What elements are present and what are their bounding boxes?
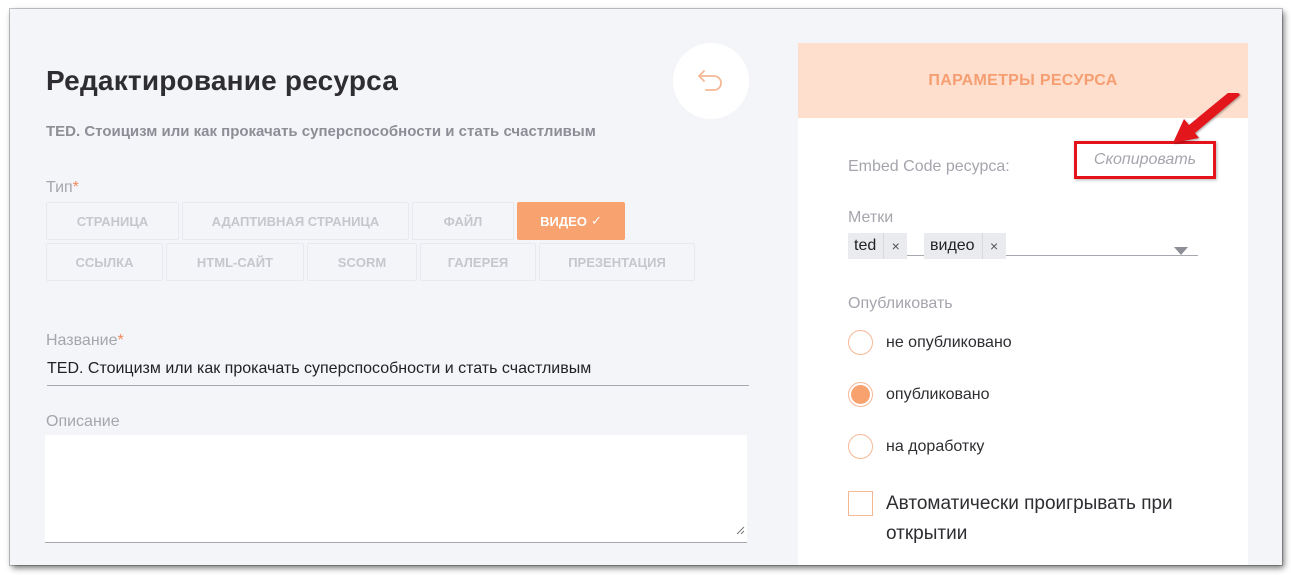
radio-circle[interactable] <box>848 434 873 459</box>
description-textarea[interactable] <box>45 435 747 543</box>
radio-option-unpublished[interactable]: не опубликовано <box>848 330 1012 355</box>
required-mark: * <box>117 332 124 349</box>
name-input[interactable]: TED. Стоицизм или как прокачать суперспо… <box>47 360 749 386</box>
copy-embed-link[interactable]: Скопировать <box>1094 151 1196 169</box>
type-option-link[interactable]: ССЫЛКА <box>46 243 163 281</box>
tag-chip: видео × <box>924 233 1006 259</box>
page-subtitle: TED. Стоицизм или как прокачать суперспо… <box>46 123 596 140</box>
autoplay-checkbox[interactable] <box>848 491 873 516</box>
tags-input[interactable]: ted × видео × <box>848 222 1198 259</box>
tag-chip: ted × <box>848 233 908 259</box>
type-option-label: ПРЕЗЕНТАЦИЯ <box>568 254 666 270</box>
radio-option-revision[interactable]: на доработку <box>848 434 984 459</box>
type-option-label: ВИДЕО <box>540 213 587 229</box>
publish-label: Опубликовать <box>848 295 953 312</box>
undo-arrow-icon <box>696 67 726 96</box>
radio-circle[interactable] <box>848 382 873 407</box>
back-button[interactable] <box>673 43 749 119</box>
name-label-text: Название <box>46 332 118 349</box>
type-option-label: SCORM <box>337 254 387 270</box>
remove-tag-icon[interactable]: × <box>883 233 907 259</box>
autoplay-option[interactable]: Автоматически проигрывать при открытии <box>848 489 1206 549</box>
type-option-label: ГАЛЕРЕЯ <box>447 254 509 270</box>
embed-code-label: Embed Code ресурса: <box>848 158 1010 175</box>
tag-label: ted <box>854 237 877 254</box>
type-option-label: АДАПТИВНАЯ СТРАНИЦА <box>211 213 380 229</box>
page-title: Редактирование ресурса <box>46 65 399 96</box>
type-option-scorm[interactable]: SCORM <box>307 243 417 281</box>
type-option-label: ССЫЛКА <box>75 254 134 270</box>
type-label: Тип* <box>46 179 79 197</box>
type-option-html-site[interactable]: HTML-САЙТ <box>166 243 304 281</box>
radio-option-published[interactable]: опубликовано <box>848 382 990 407</box>
type-option-file[interactable]: ФАЙЛ <box>412 202 514 240</box>
type-option-label: ФАЙЛ <box>443 213 483 229</box>
resize-grip-icon[interactable] <box>736 522 745 540</box>
check-icon: ✓ <box>590 213 602 228</box>
radio-label: на доработку <box>886 437 985 455</box>
radio-label: не опубликовано <box>886 333 1012 351</box>
type-option-video[interactable]: ВИДЕО ✓ <box>517 202 625 240</box>
type-option-label: СТРАНИЦА <box>76 213 149 229</box>
app-window: Редактирование ресурса TED. Стоицизм или… <box>10 9 1282 565</box>
type-label-text: Тип <box>46 179 73 196</box>
name-label: Название* <box>46 332 124 350</box>
type-option-page[interactable]: СТРАНИЦА <box>46 202 179 240</box>
radio-circle[interactable] <box>848 330 873 355</box>
tag-label: видео <box>930 237 975 254</box>
annotation-arrow-icon <box>1173 93 1240 143</box>
type-option-gallery[interactable]: ГАЛЕРЕЯ <box>420 243 536 281</box>
radio-label: опубликовано <box>886 385 990 403</box>
autoplay-label: Автоматически проигрывать при открытии <box>886 493 1173 544</box>
radio-selected-dot <box>851 385 870 404</box>
type-option-presentation[interactable]: ПРЕЗЕНТАЦИЯ <box>539 243 695 281</box>
type-option-adaptive-page[interactable]: АДАПТИВНАЯ СТРАНИЦА <box>182 202 409 240</box>
required-mark: * <box>72 179 79 196</box>
dropdown-caret-icon[interactable] <box>1174 242 1188 260</box>
type-option-label: HTML-САЙТ <box>196 254 274 270</box>
description-label: Описание <box>46 413 120 430</box>
remove-tag-icon[interactable]: × <box>981 233 1006 259</box>
